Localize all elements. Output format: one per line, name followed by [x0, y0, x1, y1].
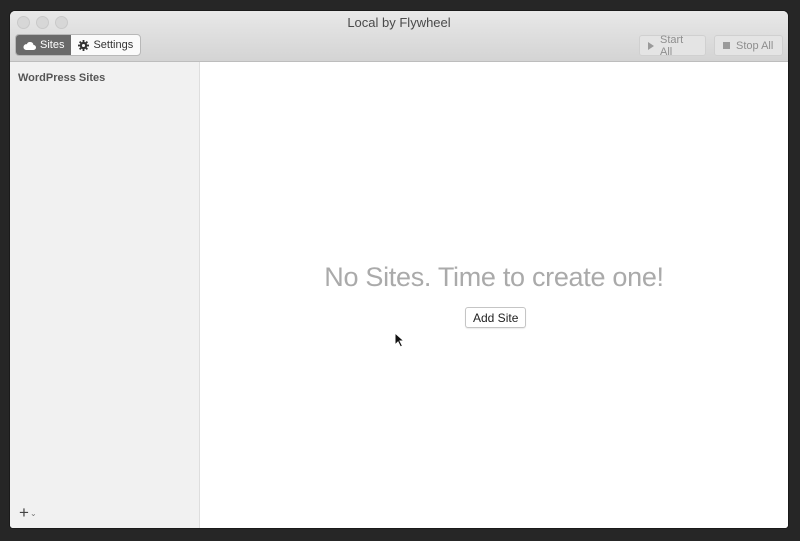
sidebar: WordPress Sites + ⌄ [10, 62, 200, 528]
titlebar: Local by Flywheel Sites Settings Start A… [10, 11, 788, 62]
main-content: No Sites. Time to create one! Add Site [200, 62, 788, 528]
add-site-menu-button[interactable]: + ⌄ [19, 503, 37, 522]
window-title: Local by Flywheel [347, 15, 451, 30]
cloud-icon [23, 41, 36, 50]
tab-settings-label: Settings [93, 39, 134, 51]
sidebar-heading: WordPress Sites [18, 72, 106, 84]
add-site-button[interactable]: Add Site [465, 307, 527, 328]
stop-all-button[interactable]: Stop All [714, 35, 783, 56]
view-switcher: Sites Settings [15, 34, 142, 56]
stop-icon [723, 42, 730, 49]
start-all-button[interactable]: Start All [639, 33, 706, 58]
chevron-down-icon: ⌄ [29, 508, 37, 518]
empty-state-message: No Sites. Time to create one! [324, 262, 664, 292]
plus-icon: + [19, 503, 29, 522]
tab-settings[interactable]: Settings [71, 35, 140, 55]
play-icon [648, 41, 654, 50]
tab-sites[interactable]: Sites [16, 35, 72, 55]
tab-sites-label: Sites [40, 39, 65, 51]
app-window: Local by Flywheel Sites Settings Start A… [10, 11, 788, 528]
gear-icon [78, 39, 90, 51]
mouse-cursor-icon [394, 331, 406, 353]
start-all-label: Start All [660, 33, 684, 58]
stop-all-label: Stop All [736, 39, 774, 52]
